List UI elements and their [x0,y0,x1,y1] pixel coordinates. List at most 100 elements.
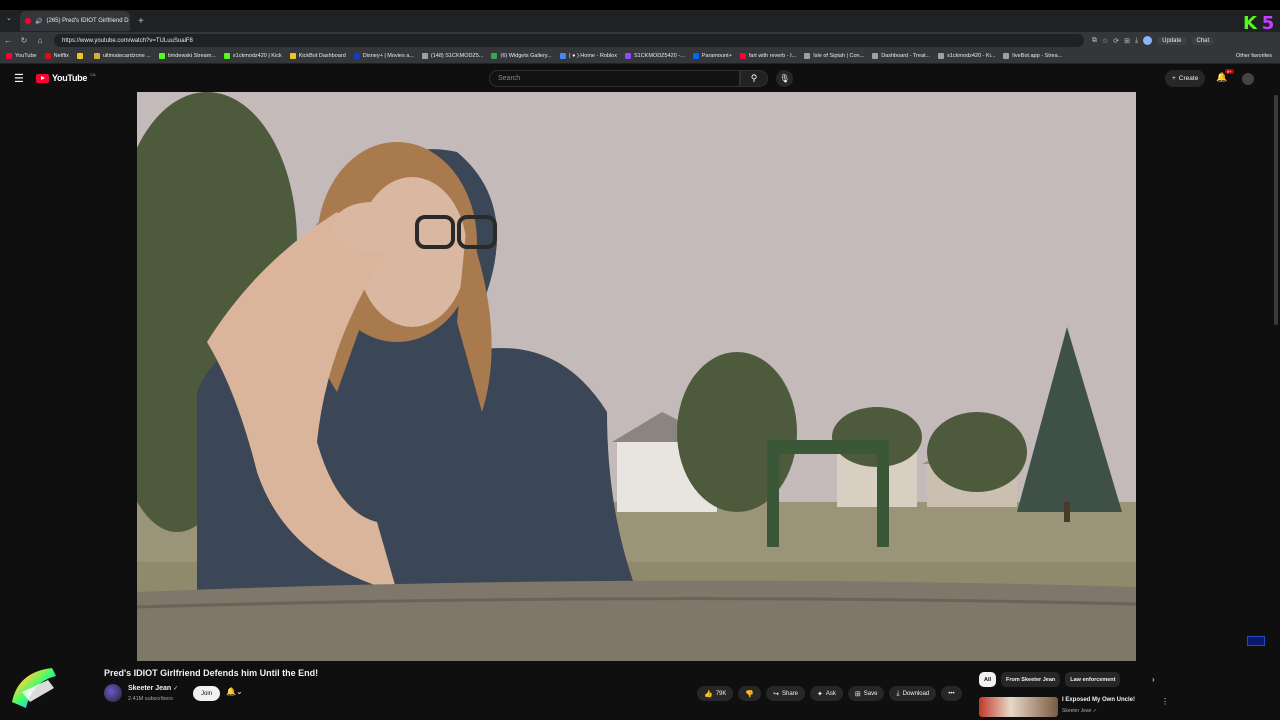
bookmark-item[interactable]: fart with reverb - I... [739,53,796,59]
tab-audio-icon[interactable]: 🔊 [35,18,42,25]
refresh-extension-icon[interactable]: ⟳ [1113,37,1119,45]
profile-avatar[interactable] [1143,36,1153,45]
like-count: 79K [715,690,727,697]
bookmark-favicon-icon [289,53,296,59]
address-bar-row: ← ↻ ⌂ https://www.youtube.com/watch?v=TU… [0,32,1280,49]
downloads-icon[interactable]: ⤓ [1135,37,1138,45]
youtube-favicon-icon [25,18,31,24]
channel-avatar[interactable] [104,684,122,702]
new-tab-button[interactable]: + [138,16,144,27]
create-button[interactable]: + Create [1165,70,1206,87]
bookmark-item[interactable]: s1ckmodz420 - Ki... [938,53,995,59]
home-icon[interactable]: ⌂ [32,36,48,45]
bookmark-item[interactable]: KickBot Dashboard [289,53,346,59]
like-button[interactable]: 👍 79K [697,686,734,701]
bookmark-item[interactable]: Disney+ | Movies a... [353,53,414,59]
youtube-play-icon [36,73,49,83]
share-icon: ↪ [773,690,779,698]
page-scrollbar[interactable] [1272,92,1280,720]
chevron-right-icon[interactable]: › [1152,675,1155,684]
bookmark-label: liveBot.app - Strea... [1012,53,1063,59]
join-button[interactable]: Join [193,686,220,701]
mic-icon[interactable]: 🎙 [776,70,793,87]
channel-name[interactable]: Skeeter Jean ✓ [128,685,178,692]
bookmark-favicon-icon [1003,53,1010,59]
other-favorites-folder[interactable]: Other favorites [1236,53,1272,59]
kebab-menu-icon[interactable]: ⋮ [1161,697,1169,706]
video-title: Pred's IDIOT Girlfriend Defends him Unti… [104,668,319,678]
bookmark-label: KickBot Dashboard [298,53,346,59]
bookmark-item[interactable]: (148) S1CKMODZ5... [421,53,483,59]
reload-icon[interactable]: ↻ [16,36,32,45]
ask-button[interactable]: ✦ Ask [810,686,843,701]
download-icon: ⤓ [896,689,900,697]
channel-watermark[interactable] [1247,636,1265,646]
bookmark-favicon-icon [6,53,12,59]
search-icon[interactable]: ⚲ [740,70,768,87]
bookmark-item[interactable]: timdewski Stream... [158,53,216,59]
save-label: Save [863,690,878,697]
bookmark-item[interactable]: (6) Widgets Gallery... [491,53,552,59]
ask-label: Ask [825,690,836,697]
bookmark-label: s1ckmodz420 | Kick [232,53,282,59]
search-input[interactable]: Search [489,70,740,87]
bookmark-favicon-icon [739,53,746,59]
update-button[interactable]: Update [1157,36,1187,45]
recommended-video-channel[interactable]: Skeeter Jean ✓ [1062,708,1097,714]
bookmark-item[interactable]: Isle of Siptah | Con... [804,53,864,59]
bookmark-favicon-icon [624,53,631,59]
filter-chip[interactable]: All [979,672,997,687]
bookmark-item[interactable]: ( ● ) Home - Roblox [559,53,617,59]
recommended-video-title[interactable]: I Exposed My Own Uncle! [1062,697,1135,703]
bookmark-favicon-icon [559,53,566,59]
bookmark-label: Disney+ | Movies a... [362,53,414,59]
save-button[interactable]: ⊞ Save [847,686,885,701]
bookmark-favicon-icon [223,53,230,59]
dislike-button[interactable]: 👎 [738,686,762,701]
menu-icon[interactable]: ☰ [14,72,24,85]
bookmark-label: (6) Widgets Gallery... [500,53,552,59]
youtube-logo[interactable]: YouTube CA [36,72,96,83]
verified-check-icon: ✓ [173,686,179,692]
bookmark-item[interactable] [76,53,86,59]
back-icon[interactable]: ← [0,36,16,45]
share-button[interactable]: ↪ Share [766,686,806,701]
scrollbar-thumb[interactable] [1274,95,1278,325]
bookmark-favicon-icon [938,53,945,59]
recommended-video-thumbnail[interactable] [979,697,1058,717]
bookmark-item[interactable]: Paramount+ [692,53,732,59]
video-actions: 👍 79K 👎 ↪ Share ✦ Ask ⊞ Save ⤓ Download … [697,686,962,701]
tab-search-chevron-icon[interactable]: ⌄ [6,14,12,22]
bookmark-item[interactable]: YouTube [6,53,37,59]
bookmark-favicon-icon [421,53,428,59]
bookmark-favicon-icon [44,53,51,59]
bookmark-favicon-icon [158,53,165,59]
bookmark-item[interactable]: S1CKMODZ5420 -... [624,53,685,59]
favorite-star-icon[interactable]: ☆ [1102,37,1108,45]
extensions-icon[interactable]: ⧉ [1092,37,1097,45]
share-label: Share [782,690,799,697]
window-top-bar [0,0,1280,10]
bookmark-item[interactable]: ultimatecardzone ... [93,53,151,59]
account-avatar[interactable] [1242,73,1254,85]
collections-icon[interactable]: ⊞ [1124,37,1130,45]
active-tab[interactable]: 🔊 (265) Pred's IDIOT Girlfriend D × [20,11,130,31]
plus-icon: + [1172,75,1176,82]
bookmark-item[interactable]: s1ckmodz420 | Kick [223,53,282,59]
download-button[interactable]: ⤓ Download [889,686,937,701]
bookmark-label: Netflix [53,53,69,59]
filter-chip[interactable]: Law enforcement [1065,672,1121,687]
subscription-bell-icon[interactable]: 🔔⌄ [226,687,243,696]
youtube-logo-text: YouTube [52,73,88,83]
url-field[interactable]: https://www.youtube.com/watch?v=TULuuSua… [54,34,1084,47]
video-player[interactable] [137,92,1136,661]
bookmark-item[interactable]: Netflix [44,53,69,59]
more-actions-button[interactable]: ••• [941,686,962,701]
chat-button[interactable]: Chat [1191,36,1215,45]
subscriber-count: 2.41M subscribers [128,696,173,702]
youtube-masthead: ☰ YouTube CA Search ⚲ 🎙 + Create 🔔 9+ [0,64,1280,92]
bookmark-item[interactable]: Dashboard - Treat... [872,53,930,59]
bookmark-item[interactable]: liveBot.app - Strea... [1003,53,1062,59]
bookmark-label: ( ● ) Home - Roblox [568,53,617,59]
filter-chip[interactable]: From Skeeter Jean [1001,672,1061,687]
